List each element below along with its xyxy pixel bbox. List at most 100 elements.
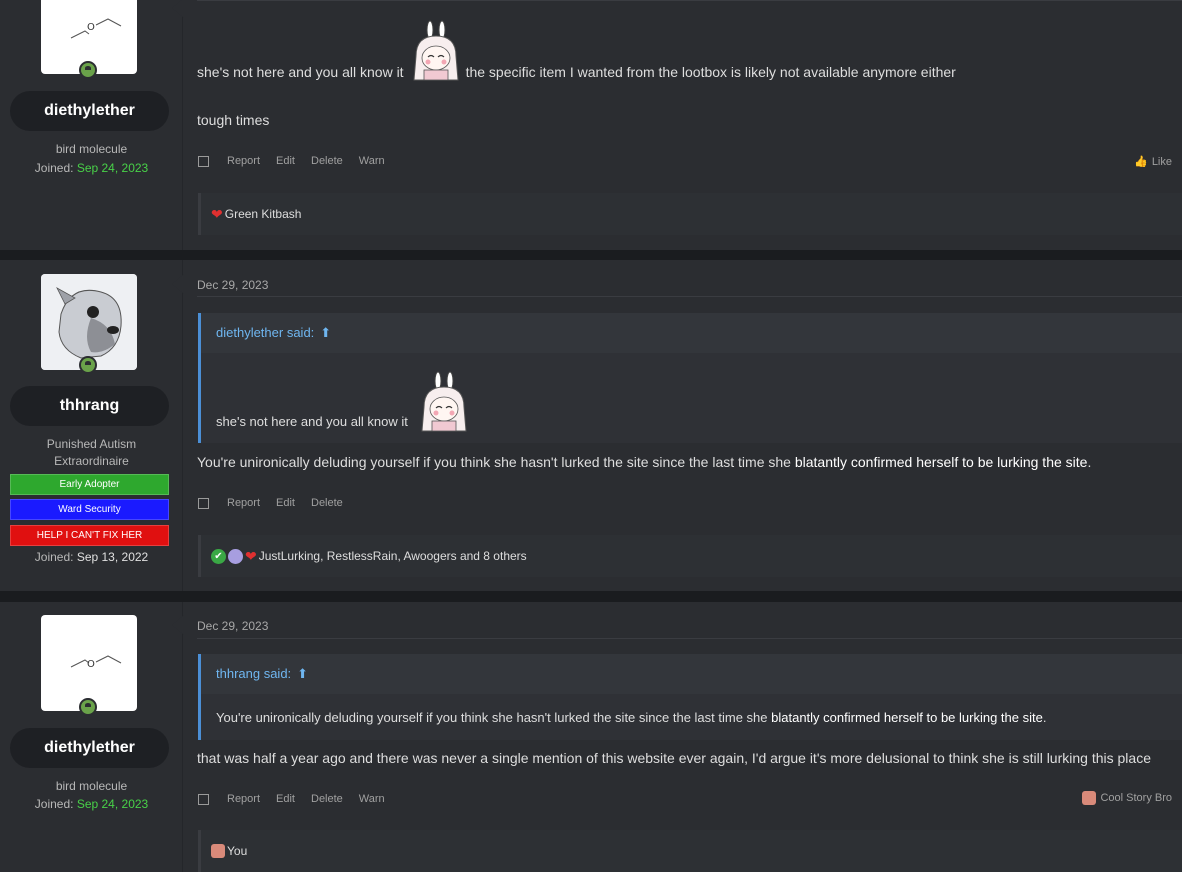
post-3: O diethylether bird molecule Joined: Sep… xyxy=(0,602,1182,872)
reaction-users[interactable]: You xyxy=(227,844,247,858)
joined-date: Sep 13, 2022 xyxy=(76,550,149,564)
delete-link[interactable]: Delete xyxy=(311,155,343,167)
message-arrow xyxy=(172,0,184,18)
message-content: she's not here and you all know it the s… xyxy=(184,0,1182,250)
user-title: Punished Autism Extraordinaire xyxy=(46,437,137,468)
username[interactable]: thhrang xyxy=(10,386,169,426)
heart-reaction-icon: ❤ xyxy=(211,205,223,222)
divider xyxy=(197,296,1182,297)
select-checkbox[interactable] xyxy=(198,497,209,509)
joined-label: Joined: xyxy=(34,550,74,564)
banner-help: HELP I CAN'T FIX HER xyxy=(10,525,169,546)
confirmed-link[interactable]: blatantly confirmed herself to be lurkin… xyxy=(795,454,1088,470)
report-link[interactable]: Report xyxy=(227,793,260,805)
banner-early-adopter: Early Adopter xyxy=(10,474,169,495)
joined-label: Joined: xyxy=(34,797,74,811)
message-content: Dec 29, 2023 thhrang said: ⬆ You're uniro… xyxy=(184,602,1182,872)
select-checkbox[interactable] xyxy=(198,155,209,167)
text-segment: she's not here and you all know it xyxy=(197,64,404,80)
thumbs-up-icon: 👍 xyxy=(1134,156,1148,168)
svg-text:O: O xyxy=(87,22,95,33)
like-label: Like xyxy=(1151,155,1172,168)
quote-author[interactable]: diethylether said: xyxy=(216,325,314,340)
quote-header[interactable]: diethylether said: ⬆ xyxy=(201,313,1182,353)
like-button[interactable]: 👍 Like xyxy=(1134,155,1172,169)
username[interactable]: diethylether xyxy=(10,728,169,768)
reaction-bar[interactable]: ✔ ❤ JustLurking, RestlessRain, Awoogers … xyxy=(198,535,1182,577)
reaction-bar[interactable]: You xyxy=(198,830,1182,872)
user-title: bird molecule xyxy=(55,779,128,793)
reaction-button[interactable]: Cool Story Bro xyxy=(1082,791,1172,805)
message-text: You're unironically deluding yourself if… xyxy=(197,454,1091,470)
joined-date: Sep 24, 2023 xyxy=(76,797,149,811)
warn-link[interactable]: Warn xyxy=(359,155,385,167)
user-info: O diethylether bird molecule Joined: Sep… xyxy=(0,602,183,872)
edit-link[interactable]: Edit xyxy=(276,793,295,805)
text-segment: the specific item I wanted from the loot… xyxy=(465,64,956,80)
text-segment: she's not here and you all know it xyxy=(216,414,408,429)
svg-text:O: O xyxy=(87,659,95,670)
warn-link[interactable]: Warn xyxy=(359,793,385,805)
post-actions: Report Edit Delete Warn xyxy=(198,155,385,167)
reaction-users[interactable]: Green Kitbash xyxy=(225,207,302,221)
reaction-users[interactable]: JustLurking, RestlessRain, Awoogers and … xyxy=(259,549,527,563)
delete-link[interactable]: Delete xyxy=(311,793,343,805)
cool-story-bro-icon xyxy=(1082,791,1097,805)
divider xyxy=(197,0,1182,1)
arrow-up-circle-icon[interactable]: ⬆ xyxy=(320,313,331,353)
message-content: Dec 29, 2023 diethylether said: ⬆ she's n… xyxy=(184,260,1182,591)
post-date[interactable]: Dec 29, 2023 xyxy=(197,278,268,292)
joined-info: Joined: Sep 24, 2023 xyxy=(0,161,183,175)
joined-info: Joined: Sep 13, 2022 xyxy=(0,550,183,564)
select-checkbox[interactable] xyxy=(198,793,209,805)
character-reaction-icon xyxy=(228,548,243,564)
message-line-1: she's not here and you all know it the s… xyxy=(197,18,956,82)
quote-author[interactable]: thhrang said: xyxy=(216,666,291,681)
bunny-girl-emote-icon xyxy=(421,371,467,432)
text-segment: . xyxy=(1042,710,1047,725)
text-segment: You're unironically deluding yourself if… xyxy=(216,710,772,725)
post-actions: Report Edit Delete xyxy=(198,497,343,509)
divider xyxy=(197,638,1182,639)
joined-info: Joined: Sep 24, 2023 xyxy=(0,797,183,811)
post-1: O diethylether bird molecule Joined: Sep… xyxy=(0,0,1182,250)
quote-text: You're unironically deluding yourself if… xyxy=(216,710,1046,725)
checkmark-reaction-icon: ✔ xyxy=(211,548,226,564)
joined-label: Joined: xyxy=(34,161,74,175)
report-link[interactable]: Report xyxy=(227,155,260,167)
post-2: thhrang Punished Autism Extraordinaire E… xyxy=(0,260,1182,591)
online-status-icon xyxy=(79,61,97,79)
message-text: that was half a year ago and there was n… xyxy=(197,750,1151,766)
message-line-2: tough times xyxy=(197,112,270,128)
quote-text: she's not here and you all know it xyxy=(216,361,474,433)
quote-block: diethylether said: ⬆ she's not here and y… xyxy=(198,313,1182,443)
molecule-icon: O xyxy=(70,655,122,670)
online-status-icon xyxy=(79,698,97,716)
edit-link[interactable]: Edit xyxy=(276,497,295,509)
delete-link[interactable]: Delete xyxy=(311,497,343,509)
reaction-label: Cool Story Bro xyxy=(1100,792,1172,804)
quote-block: thhrang said: ⬆ You're unironically delud… xyxy=(198,654,1182,740)
text-segment: You're unironically deluding yourself if… xyxy=(197,454,795,470)
arrow-up-circle-icon[interactable]: ⬆ xyxy=(297,654,308,694)
post-actions: Report Edit Delete Warn xyxy=(198,793,385,805)
username[interactable]: diethylether xyxy=(10,91,169,131)
heart-reaction-icon: ❤ xyxy=(245,547,257,564)
report-link[interactable]: Report xyxy=(227,497,260,509)
post-date[interactable]: Dec 29, 2023 xyxy=(197,619,268,633)
message-arrow xyxy=(172,615,184,635)
online-status-icon xyxy=(79,356,97,374)
confirmed-link[interactable]: blatantly confirmed herself to be lurkin… xyxy=(771,710,1043,725)
user-info: O diethylether bird molecule Joined: Sep… xyxy=(0,0,183,250)
edit-link[interactable]: Edit xyxy=(276,155,295,167)
avatar[interactable]: O xyxy=(41,615,137,711)
cool-story-bro-icon xyxy=(211,844,225,858)
text-segment: . xyxy=(1087,454,1092,470)
quote-header[interactable]: thhrang said: ⬆ xyxy=(201,654,1182,694)
reaction-bar[interactable]: ❤ Green Kitbash xyxy=(198,193,1182,235)
banner-ward-security: Ward Security xyxy=(10,499,169,520)
user-info: thhrang Punished Autism Extraordinaire E… xyxy=(0,260,183,591)
joined-date: Sep 24, 2023 xyxy=(76,161,149,175)
message-arrow xyxy=(172,274,184,294)
user-title: bird molecule xyxy=(55,142,128,156)
